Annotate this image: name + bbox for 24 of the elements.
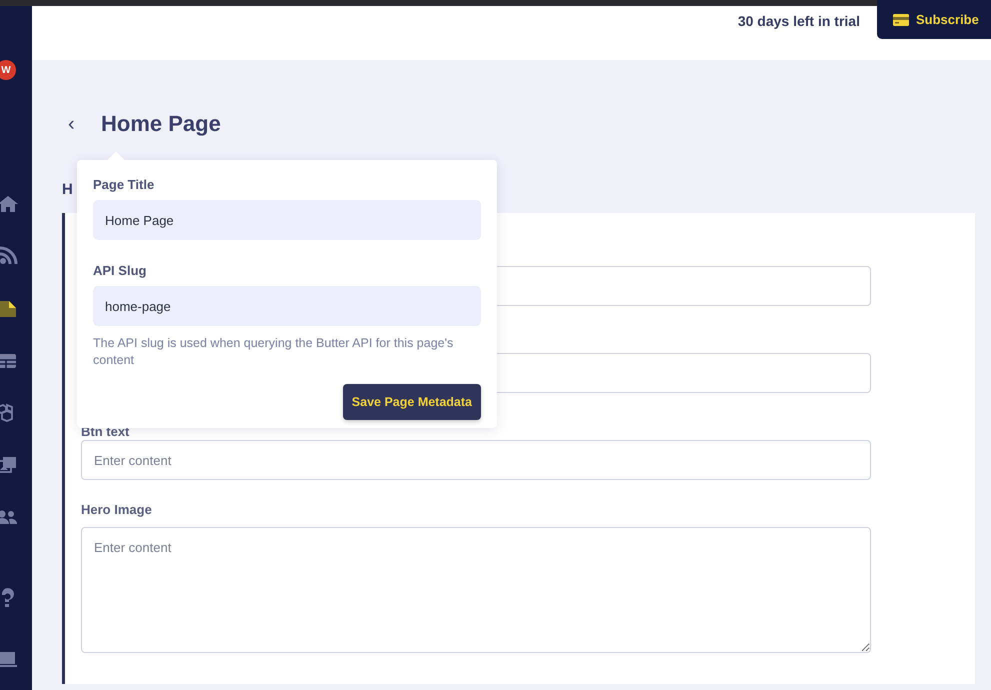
help-icon[interactable] xyxy=(0,589,17,607)
field-label: Page Title xyxy=(93,177,156,192)
section-heading: H xyxy=(62,181,73,200)
content-field[interactable]: Enter content xyxy=(81,440,871,480)
field-label: API Slug xyxy=(93,263,148,278)
laptop-icon[interactable] xyxy=(0,650,17,668)
credit-card-icon xyxy=(893,14,909,26)
images-icon[interactable] xyxy=(0,456,17,474)
trial-notice: 30 days left in trial xyxy=(738,13,860,29)
page-title-field[interactable]: Home Page xyxy=(93,200,481,240)
users-icon[interactable] xyxy=(0,508,17,526)
back-button[interactable]: ‹ xyxy=(62,112,101,136)
user-avatar[interactable]: W xyxy=(0,60,16,80)
table-icon[interactable] xyxy=(0,352,17,370)
subscribe-button[interactable]: Subscribe xyxy=(877,0,991,39)
save-metadata-button[interactable]: Save Page Metadata xyxy=(342,384,481,420)
document-icon[interactable] xyxy=(0,300,17,318)
page-title: Home Page xyxy=(101,111,221,137)
help-text: The API slug is used when querying the Butter API for this page's content xyxy=(93,335,454,369)
field-label: Hero Image xyxy=(81,502,153,519)
content-textarea[interactable]: Enter content xyxy=(81,527,871,653)
api-slug-field[interactable]: home-page xyxy=(93,286,481,326)
rss-feed-icon[interactable] xyxy=(0,247,17,265)
home-icon[interactable] xyxy=(0,195,17,213)
